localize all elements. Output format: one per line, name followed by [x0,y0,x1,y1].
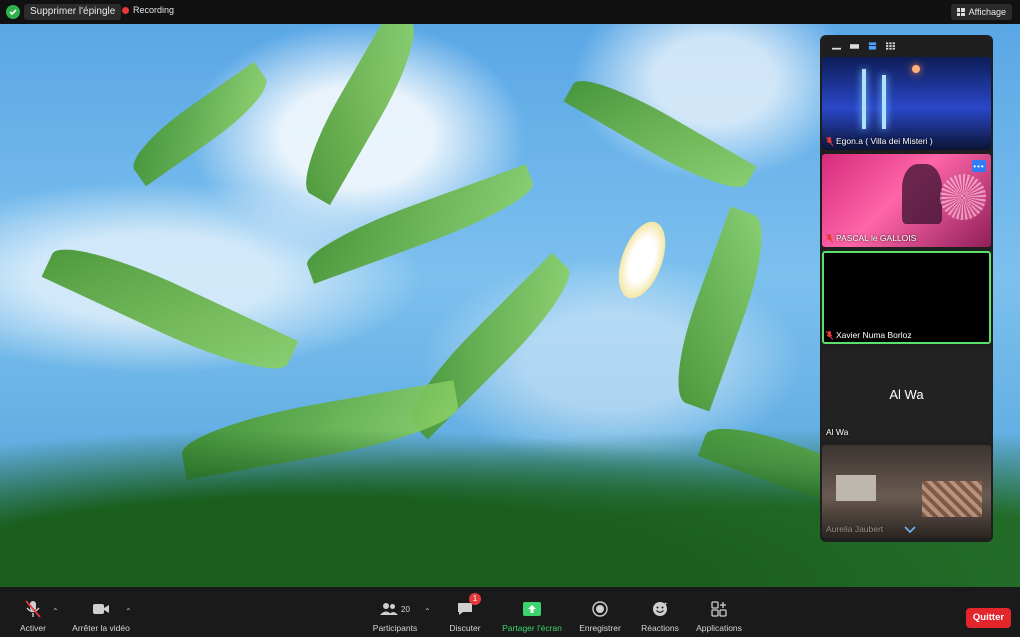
leaf-shape [122,61,278,187]
unpin-button[interactable]: Supprimer l'épingle [24,4,122,20]
neon-light-shape [882,75,886,129]
share-screen-icon [523,599,541,619]
share-screen-label: Partager l'écran [502,623,562,633]
participant-name: Egon.a ( Villa dei Misteri ) [836,136,933,146]
participant-name: PASCAL le GALLOIS [836,233,917,243]
recording-indicator[interactable]: Recording [122,5,174,15]
participant-name: Aurelia Jaubert [826,524,884,534]
participant-tile-active-speaker[interactable]: Xavier Numa Borloz [822,251,991,344]
neon-light-shape [862,69,866,129]
mic-muted-icon [25,599,41,619]
leaf-shape [563,66,757,202]
participant-tile[interactable]: Al Wa Al Wa [822,348,991,441]
participants-options-caret-icon[interactable]: ⌃ [424,607,431,616]
apps-button[interactable]: Applications [692,587,746,637]
participants-button[interactable]: 20 Participants [370,587,420,637]
view-button[interactable]: Affichage [950,4,1012,20]
petal-shape [609,215,675,305]
gallery-layout-controls [820,35,993,57]
leaf-shape [662,206,778,412]
participant-label: Al Wa [826,427,848,437]
record-button[interactable]: Enregistrer [576,587,624,637]
participants-icon-wrap: 20 [380,599,410,619]
apps-label: Applications [696,623,742,633]
chat-button[interactable]: 1 Discuter [446,587,484,637]
mic-muted-icon [826,233,833,243]
recording-dot-icon [122,6,129,14]
view-button-label: Affichage [968,7,1006,17]
participant-name: Xavier Numa Borloz [836,330,912,340]
unmute-button[interactable]: Activer [14,587,52,637]
reactions-label: Réactions [641,623,679,633]
video-camera-icon [92,599,110,619]
minimize-icon[interactable] [832,43,841,50]
leaf-shape [290,24,430,206]
mic-muted-icon [826,136,833,146]
person-silhouette-shape [902,164,942,224]
reactions-smiley-icon: + [652,599,668,619]
mic-muted-icon [826,330,833,340]
quit-button[interactable]: Quitter [966,608,1011,628]
participant-gallery: Egon.a ( Villa dei Misteri ) ••• PASCAL … [820,35,993,542]
participants-label: Participants [372,623,418,633]
participant-label: Xavier Numa Borloz [826,330,912,340]
share-screen-button[interactable]: Partager l'écran [498,587,566,637]
top-bar: Supprimer l'épingle Recording Affichage [0,0,1020,24]
rug-shape [922,481,982,517]
video-options-caret-icon[interactable]: ⌃ [125,607,132,616]
fan-shape [940,174,986,220]
chat-unread-badge: 1 [469,593,481,605]
participant-label: Egon.a ( Villa dei Misteri ) [826,136,933,146]
chat-icon-wrap: 1 [457,593,481,619]
strip-view-icon[interactable] [850,43,859,50]
participant-label: Aurelia Jaubert [826,524,883,534]
participant-label: PASCAL le GALLOIS [826,233,916,243]
security-shield-icon[interactable] [6,5,20,19]
apps-icon [711,599,727,619]
participant-tile[interactable]: ••• PASCAL le GALLOIS [822,154,991,247]
participant-tile[interactable]: Aurelia Jaubert [822,445,991,538]
more-options-button[interactable]: ••• [972,160,986,172]
recording-label: Recording [133,5,175,15]
svg-text:+: + [664,602,668,608]
reactions-button[interactable]: + Réactions [638,587,682,637]
furniture-shape [836,475,876,501]
participant-tile[interactable]: Egon.a ( Villa dei Misteri ) [822,57,991,150]
speaker-view-icon[interactable] [868,42,877,50]
chat-bubble-icon [458,603,472,615]
audio-options-caret-icon[interactable]: ⌃ [52,607,59,616]
grid-view-icon[interactable] [886,42,895,50]
participants-icon [380,603,399,615]
lamp-shape [912,65,920,73]
participant-name: Al Wa [826,427,849,437]
meeting-toolbar: Activer ⌃ Arrêter la vidéo ⌃ 20 Particip… [0,587,1020,637]
record-label: Enregistrer [579,623,621,633]
chat-label: Discuter [449,623,481,633]
grid-view-icon [956,8,965,16]
leaf-shape [41,231,299,387]
unmute-label: Activer [20,623,46,633]
record-icon [592,599,608,619]
stop-video-label: Arrêter la vidéo [72,623,130,633]
chevron-down-icon[interactable] [904,526,916,534]
participants-count: 20 [401,604,410,614]
